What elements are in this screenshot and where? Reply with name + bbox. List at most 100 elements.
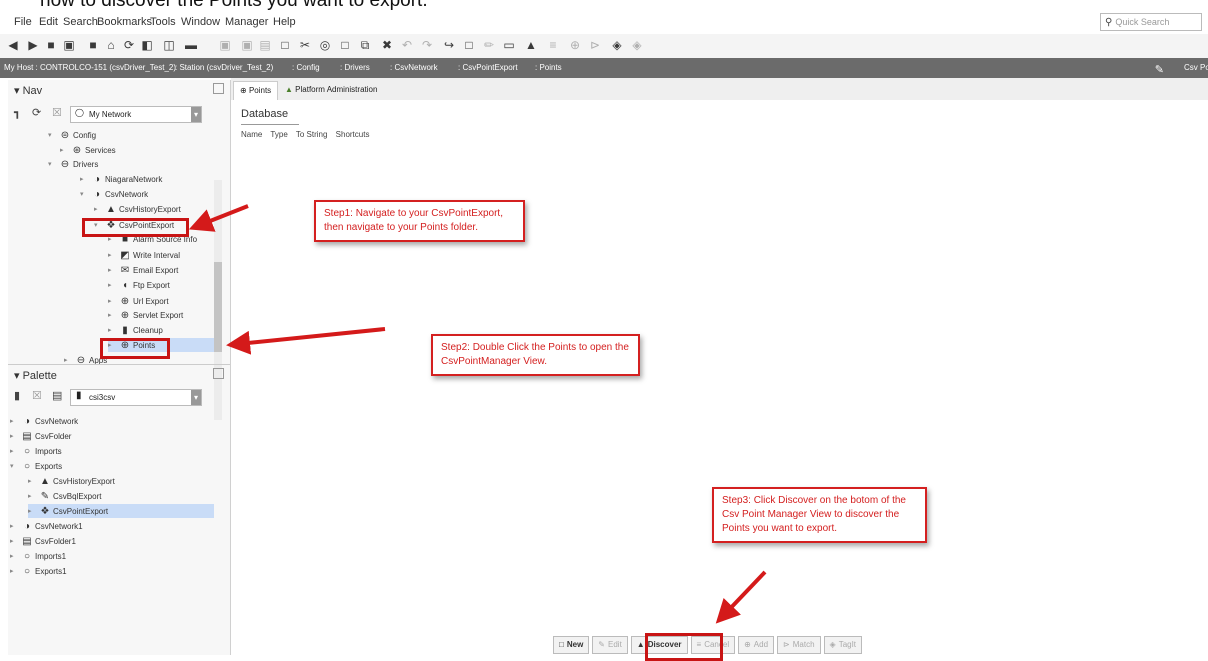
path-host[interactable]: My Host : CONTROLCO-151 (csvDriver_Test_…	[4, 63, 176, 72]
menu-bookmarks[interactable]: Bookmarks	[97, 16, 152, 28]
path-station[interactable]: : Station (csvDriver_Test_2)	[175, 63, 273, 72]
palette-tree-item[interactable]: ▸ ▤ CsvFolder	[10, 429, 71, 443]
match-button[interactable]: ⊳ Match	[777, 636, 821, 654]
nav-tree-item[interactable]: ▸ ◑ NiagaraNetwork	[80, 172, 162, 186]
tab-platform-administration[interactable]: ▲ Platform Administration	[279, 81, 383, 99]
tagit-button[interactable]: ◈ TagIt	[823, 636, 863, 654]
nav-tree-item[interactable]: ▾ ⊖ Drivers	[48, 157, 98, 171]
chevron-right-icon[interactable]: ▸	[28, 507, 36, 515]
edit-button[interactable]: ✎ Edit	[592, 636, 628, 654]
column-name[interactable]: Name	[241, 130, 262, 139]
nav-tree-item[interactable]: ▸ ✉ Email Export	[108, 263, 178, 277]
nav-tree-item[interactable]: ▸ ◖ Ftp Export	[108, 278, 170, 292]
chevron-down-icon[interactable]: ▾	[48, 131, 56, 139]
palette-tree-item[interactable]: ▸ ❖ CsvPointExport	[28, 504, 214, 518]
palette-tree-item[interactable]: ▸ ○ Imports	[10, 444, 62, 458]
tagit-tool-icon[interactable]: ◈	[630, 38, 644, 52]
save-all-icon[interactable]: ▣	[240, 38, 254, 52]
nav-tree-item[interactable]: ▸ ▮ Cleanup	[108, 323, 163, 337]
chevron-right-icon[interactable]: ▸	[108, 281, 116, 289]
menu-file[interactable]: File	[14, 16, 32, 28]
tab-points[interactable]: ⊕ Points	[233, 81, 279, 100]
home-icon[interactable]: ⌂	[104, 38, 118, 52]
tag-icon[interactable]: ◈	[610, 38, 624, 52]
edit-pen-icon[interactable]: ✎	[1155, 63, 1164, 76]
redo-icon[interactable]: ↷	[420, 38, 434, 52]
nav-tree-item[interactable]: ▾ ◑ CsvNetwork	[80, 187, 148, 201]
menu-edit[interactable]: Edit	[39, 16, 58, 28]
chevron-right-icon[interactable]: ▸	[94, 205, 102, 213]
history-icon[interactable]: ◧	[140, 38, 154, 52]
column-shortcuts[interactable]: Shortcuts	[336, 130, 370, 139]
column-to-string[interactable]: To String	[296, 130, 328, 139]
palette-title[interactable]: ▾ Palette	[14, 369, 57, 382]
nav-home-icon[interactable]: ┓	[14, 106, 21, 119]
chevron-right-icon[interactable]: ▸	[60, 146, 68, 154]
nav-tree-item[interactable]: ▾ ⊜ Config	[48, 128, 96, 142]
palette-module-select[interactable]: ▮ csi3csv ▾	[70, 389, 202, 406]
undo-icon[interactable]: ↶	[400, 38, 414, 52]
nav-title[interactable]: ▾ Nav	[14, 84, 42, 97]
close-station-icon[interactable]: ■	[86, 38, 100, 52]
open-palette-icon[interactable]: ▮	[14, 389, 20, 402]
clipboard-icon[interactable]: □	[338, 38, 352, 52]
chevron-right-icon[interactable]: ▸	[10, 447, 18, 455]
forward-icon[interactable]: ▶	[26, 38, 40, 52]
chevron-right-icon[interactable]: ▸	[108, 297, 116, 305]
console-icon[interactable]: ▬	[184, 38, 198, 52]
palette-tree-item[interactable]: ▸ ○ Imports1	[10, 549, 66, 563]
palette-tree-item[interactable]: ▸ ○ Exports1	[10, 564, 67, 578]
menu-search[interactable]: Search	[63, 16, 98, 28]
add-tool-icon[interactable]: ⊕	[568, 38, 582, 52]
save-icon[interactable]: ▣	[218, 38, 232, 52]
add-button[interactable]: ⊕ Add	[738, 636, 775, 654]
maximize-icon[interactable]	[213, 368, 224, 379]
new-doc-icon[interactable]: □	[278, 38, 292, 52]
nav-close-icon[interactable]: ☒	[52, 106, 62, 119]
path-csvnetwork[interactable]: : CsvNetwork	[390, 63, 438, 72]
chevron-down-icon[interactable]: ▾	[10, 462, 18, 470]
menu-tools[interactable]: Tools	[150, 16, 176, 28]
path-drivers[interactable]: : Drivers	[340, 63, 370, 72]
nav-tree-item[interactable]: ▸ ⊕ Servlet Export	[108, 308, 183, 322]
palette-tree-item[interactable]: ▸ ▲ CsvHistoryExport	[28, 474, 115, 488]
palette-doc-icon[interactable]: ▤	[52, 389, 62, 402]
pen-tool-icon[interactable]: ✏	[482, 38, 496, 52]
palette-tree-item[interactable]: ▾ ○ Exports	[10, 459, 62, 473]
chevron-down-icon[interactable]: ▾	[48, 160, 56, 168]
chevron-right-icon[interactable]: ▸	[10, 432, 18, 440]
chevron-right-icon[interactable]: ▸	[108, 326, 116, 334]
chevron-right-icon[interactable]: ▸	[28, 477, 36, 485]
menu-window[interactable]: Window	[181, 16, 220, 28]
nav-tree-item[interactable]: ▸ ◩ Write Interval	[108, 248, 180, 262]
cut-icon[interactable]: ✂	[298, 38, 312, 52]
menu-lines-icon[interactable]: ≡	[546, 38, 560, 52]
chevron-right-icon[interactable]: ▸	[108, 251, 116, 259]
chevron-right-icon[interactable]: ▸	[108, 266, 116, 274]
maximize-icon[interactable]	[213, 83, 224, 94]
menu-manager[interactable]: Manager	[225, 16, 268, 28]
new-button[interactable]: □ New	[553, 636, 590, 654]
chevron-right-icon[interactable]: ▸	[108, 311, 116, 319]
palette-tree-item[interactable]: ▸ ✎ CsvBqlExport	[28, 489, 101, 503]
palette-tree-item[interactable]: ▸ ▤ CsvFolder1	[10, 534, 76, 548]
chevron-right-icon[interactable]: ▸	[10, 417, 18, 425]
duplicate-icon[interactable]: ⧉	[358, 38, 372, 52]
print-icon[interactable]: ▤	[258, 38, 272, 52]
palette-tree-item[interactable]: ▸ ◑ CsvNetwork	[10, 414, 78, 428]
refresh-icon[interactable]: ⟳	[122, 38, 136, 52]
side-bar-icon[interactable]: ◫	[162, 38, 176, 52]
network-select[interactable]: ◯ My Network ▾	[70, 106, 202, 123]
chevron-right-icon[interactable]: ▸	[10, 522, 18, 530]
nav-tree-item[interactable]: ▸ ⊕ Url Export	[108, 294, 169, 308]
path-config[interactable]: : Config	[292, 63, 320, 72]
chevron-right-icon[interactable]: ▸	[10, 552, 18, 560]
back-icon[interactable]: ◀	[6, 38, 20, 52]
nav-tree-item[interactable]: ▸ ▲ CsvHistoryExport	[94, 202, 181, 216]
nav-scroll-thumb[interactable]	[214, 262, 222, 352]
nav-refresh-icon[interactable]: ⟳	[32, 106, 41, 119]
link-icon[interactable]: ↪	[442, 38, 456, 52]
quick-search-input[interactable]: ⚲ Quick Search	[1100, 13, 1202, 31]
chevron-right-icon[interactable]: ▸	[64, 356, 72, 364]
nav-tree-item[interactable]: ▸ ⊛ Services	[60, 143, 116, 157]
